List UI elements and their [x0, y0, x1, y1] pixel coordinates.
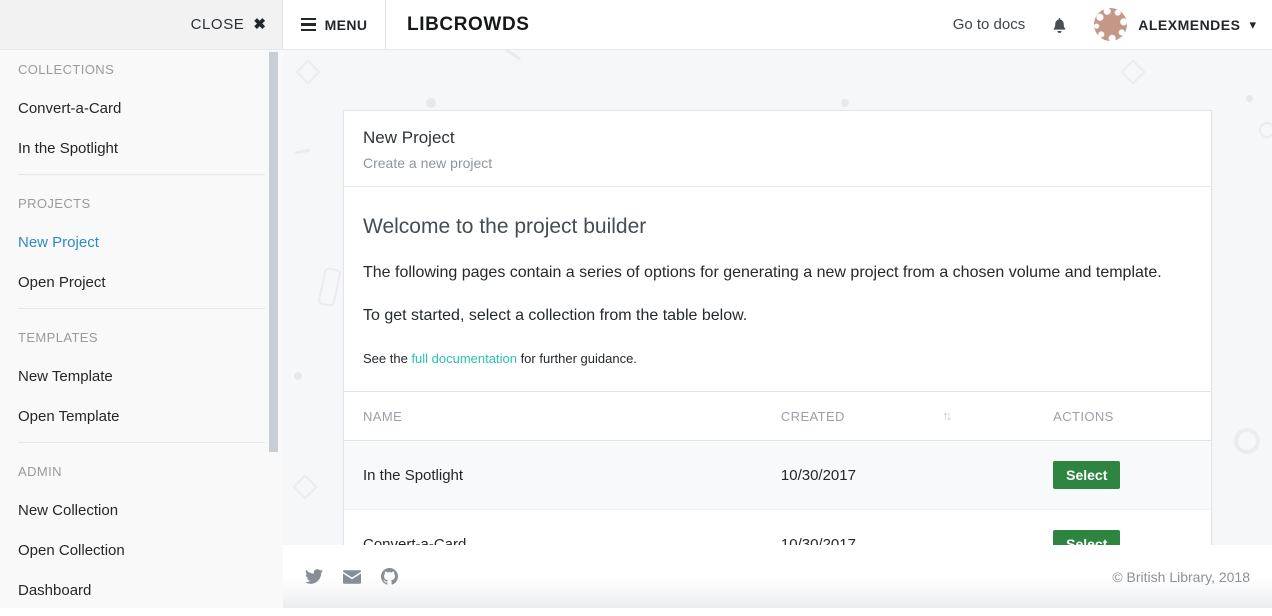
bg-dot-shape	[426, 98, 436, 108]
table-row: Convert-a-Card 10/30/2017 Select	[344, 510, 1211, 546]
top-navbar: CLOSE ✖ MENU LIBCROWDS Go to docs ALEXME…	[0, 0, 1272, 50]
sidebar-section-templates: TEMPLATES New Template Open Template	[18, 309, 265, 443]
bg-diamond-shape	[1120, 59, 1145, 84]
github-icon[interactable]	[381, 568, 398, 585]
bg-pill-shape	[317, 267, 342, 308]
sidebar-item-convert-a-card[interactable]: Convert-a-Card	[18, 100, 265, 117]
cell-created: 10/30/2017	[762, 510, 1034, 546]
cell-name: Convert-a-Card	[344, 510, 762, 546]
social-icons-group	[305, 568, 398, 585]
cell-created: 10/30/2017	[762, 441, 1034, 510]
chevron-down-icon[interactable]: ▾	[1249, 18, 1256, 31]
menu-label: MENU	[325, 17, 368, 33]
copyright-text: © British Library, 2018	[1112, 569, 1250, 585]
bg-line-shape	[497, 50, 522, 61]
instruction-paragraph: To get started, select a collection from…	[363, 307, 1192, 325]
app-window: CLOSE ✖ MENU LIBCROWDS Go to docs ALEXME…	[0, 0, 1272, 608]
sidebar-scrollbar[interactable]	[269, 52, 278, 452]
brand-logo[interactable]: LIBCROWDS	[407, 0, 530, 49]
sidebar-section-collections: COLLECTIONS Convert-a-Card In the Spotli…	[18, 50, 265, 175]
column-header-created[interactable]: CREATED ↑↓	[762, 392, 1034, 441]
main-content: New Project Create a new project Welcome…	[283, 50, 1272, 545]
header-right-group: Go to docs ALEXMENDES ▾	[953, 0, 1272, 49]
table-header-row: NAME CREATED ↑↓ ACTIONS	[344, 392, 1211, 441]
go-to-docs-link[interactable]: Go to docs	[953, 16, 1026, 33]
table-row: In the Spotlight 10/30/2017 Select	[344, 441, 1211, 510]
menu-button[interactable]: MENU	[283, 0, 386, 49]
hint-prefix: See the	[363, 351, 411, 366]
sidebar-item-open-template[interactable]: Open Template	[18, 408, 265, 425]
bg-dot-shape	[1246, 95, 1253, 102]
cell-name: In the Spotlight	[344, 441, 762, 510]
bg-diamond-shape	[295, 59, 320, 84]
twitter-icon[interactable]	[305, 569, 323, 584]
select-button[interactable]: Select	[1053, 461, 1120, 489]
bg-dot-shape	[294, 372, 302, 380]
intro-paragraph: The following pages contain a series of …	[363, 264, 1192, 282]
bg-circle-shape	[1234, 428, 1260, 454]
page-subtitle: Create a new project	[363, 155, 1192, 171]
page-title: New Project	[363, 128, 1192, 148]
welcome-heading: Welcome to the project builder	[363, 187, 1192, 239]
sidebar-heading-projects: PROJECTS	[18, 196, 265, 211]
footer: © British Library, 2018	[283, 545, 1272, 608]
bg-circle-shape	[1259, 122, 1272, 138]
notifications-bell-icon[interactable]	[1051, 16, 1068, 33]
created-label: CREATED	[781, 409, 845, 424]
card-header: New Project Create a new project	[344, 111, 1211, 187]
hamburger-icon	[301, 18, 316, 32]
documentation-hint: See the full documentation for further g…	[363, 351, 1192, 366]
sidebar-item-new-collection[interactable]: New Collection	[18, 502, 265, 519]
sidebar-heading-collections: COLLECTIONS	[18, 62, 265, 77]
bg-dot-shape	[841, 99, 849, 107]
bg-line-shape	[295, 149, 310, 155]
sidebar: COLLECTIONS Convert-a-Card In the Spotli…	[0, 50, 283, 608]
card-body: Welcome to the project builder The follo…	[344, 187, 1211, 391]
sidebar-section-projects: PROJECTS New Project Open Project	[18, 175, 265, 309]
sidebar-item-new-project[interactable]: New Project	[18, 234, 265, 251]
sidebar-heading-templates: TEMPLATES	[18, 330, 265, 345]
select-button[interactable]: Select	[1053, 530, 1120, 545]
close-label: CLOSE	[191, 16, 245, 33]
email-icon[interactable]	[343, 570, 361, 584]
sidebar-section-admin: ADMIN New Collection Open Collection Das…	[18, 443, 265, 616]
sidebar-item-in-the-spotlight[interactable]: In the Spotlight	[18, 140, 265, 157]
username-label[interactable]: ALEXMENDES	[1138, 17, 1240, 33]
sidebar-close-button[interactable]: CLOSE ✖	[0, 0, 283, 49]
close-icon: ✖	[253, 17, 266, 32]
column-header-name: NAME	[344, 392, 762, 441]
sidebar-item-open-collection[interactable]: Open Collection	[18, 542, 265, 559]
sidebar-item-open-project[interactable]: Open Project	[18, 274, 265, 291]
column-header-actions: ACTIONS	[1034, 392, 1211, 441]
collections-table: NAME CREATED ↑↓ ACTIONS In the Spotlight …	[344, 391, 1211, 545]
sort-icon[interactable]: ↑↓	[942, 408, 949, 423]
sidebar-item-dashboard[interactable]: Dashboard	[18, 582, 265, 599]
bg-diamond-shape	[292, 474, 317, 499]
user-avatar[interactable]	[1094, 8, 1127, 41]
sidebar-item-new-template[interactable]: New Template	[18, 368, 265, 385]
new-project-card: New Project Create a new project Welcome…	[343, 110, 1212, 545]
hint-suffix: for further guidance.	[517, 351, 637, 366]
full-documentation-link[interactable]: full documentation	[411, 351, 517, 366]
sidebar-heading-admin: ADMIN	[18, 464, 265, 479]
